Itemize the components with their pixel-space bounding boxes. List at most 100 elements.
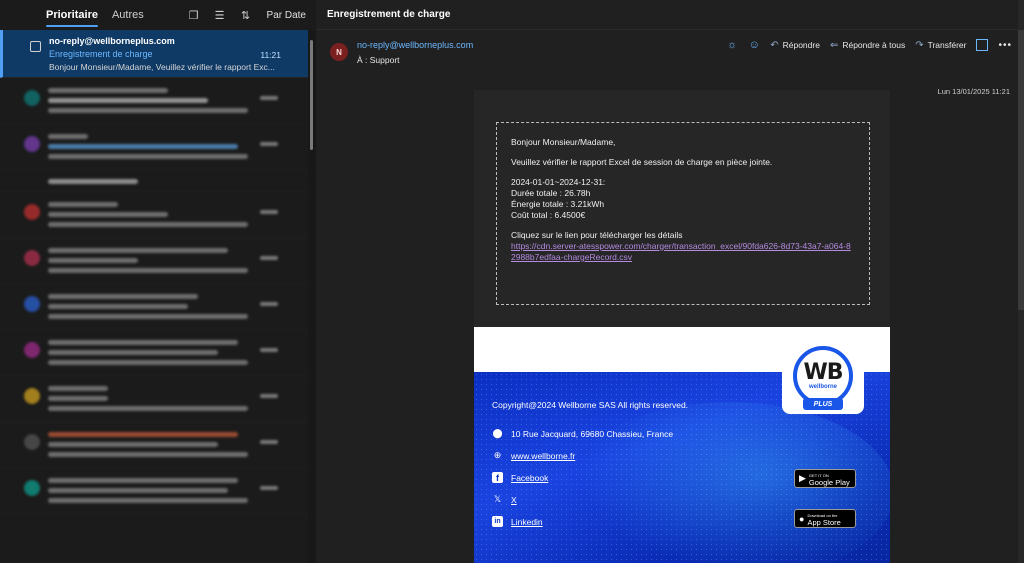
blurred-time bbox=[260, 302, 278, 306]
blurred-text bbox=[48, 360, 248, 365]
list-header: Prioritaire Autres ❐ ☰ ⇅ Par Date bbox=[0, 0, 316, 30]
brightness-icon[interactable]: ☼ bbox=[726, 39, 738, 51]
reading-scrollbar[interactable] bbox=[1018, 0, 1024, 563]
emoji-icon[interactable]: ☺ bbox=[748, 39, 760, 51]
x-row[interactable]: 𝕏 X bbox=[492, 494, 517, 505]
email-content-box: Bonjour Monsieur/Madame, Veuillez vérifi… bbox=[496, 122, 870, 305]
sort-icon[interactable]: ⇅ bbox=[239, 8, 253, 22]
blurred-text bbox=[48, 222, 248, 227]
globe-icon: ⊕ bbox=[493, 450, 502, 460]
blurred-text bbox=[48, 134, 88, 139]
list-item[interactable] bbox=[0, 330, 308, 376]
website-row[interactable]: ⊕ www.wellborne.fr bbox=[492, 450, 576, 461]
avatar bbox=[24, 90, 40, 106]
blurred-text bbox=[48, 108, 248, 113]
subject-bar: Enregistrement de charge bbox=[317, 0, 1024, 30]
list-item[interactable] bbox=[0, 468, 308, 514]
list-scrollbar[interactable] bbox=[308, 30, 316, 563]
recipient-line[interactable]: À : Support bbox=[357, 55, 400, 65]
grid-view-icon[interactable] bbox=[976, 39, 989, 51]
apple-icon: ● bbox=[799, 513, 805, 524]
app-store-label: App Store bbox=[807, 517, 841, 527]
google-play-icon: ▶ bbox=[799, 473, 806, 483]
blurred-text bbox=[48, 432, 238, 437]
reply-icon: ↶ bbox=[770, 39, 779, 51]
sender-address[interactable]: no-reply@wellborneplus.com bbox=[357, 40, 473, 50]
sender-avatar[interactable]: N bbox=[330, 43, 348, 61]
avatar bbox=[24, 296, 40, 312]
reply-all-label: Répondre à tous bbox=[842, 40, 906, 50]
mail-app: Prioritaire Autres ❐ ☰ ⇅ Par Date no-rep… bbox=[0, 0, 1024, 563]
avatar bbox=[24, 250, 40, 266]
forward-label: Transférer bbox=[927, 40, 967, 50]
list-scrollbar-thumb[interactable] bbox=[310, 40, 313, 150]
duration-text: Durée totale : 26.78h bbox=[511, 188, 591, 198]
blurred-time bbox=[260, 96, 278, 100]
greeting-text: Bonjour Monsieur/Madame, bbox=[511, 137, 616, 147]
list-item[interactable] bbox=[0, 284, 308, 330]
reply-all-button[interactable]: ⇐ Répondre à tous bbox=[830, 40, 905, 51]
facebook-link[interactable]: Facebook bbox=[511, 473, 548, 483]
blurred-time bbox=[260, 210, 278, 214]
blurred-time bbox=[260, 256, 278, 260]
linkedin-link[interactable]: Linkedin bbox=[511, 517, 543, 527]
google-play-badge[interactable]: ▶ GET IT ON Google Play bbox=[794, 469, 856, 488]
tab-prioritaire[interactable]: Prioritaire bbox=[46, 0, 98, 30]
copy-icon[interactable]: ❐ bbox=[187, 8, 201, 22]
period-text: 2024-01-01~2024-12-31: bbox=[511, 177, 606, 187]
app-store-badge[interactable]: ● Download on the App Store bbox=[794, 509, 856, 528]
reading-scrollbar-thumb[interactable] bbox=[1018, 30, 1024, 310]
list-item[interactable] bbox=[0, 78, 308, 124]
blurred-time bbox=[260, 348, 278, 352]
message-item-selected[interactable]: no-reply@wellborneplus.com Enregistremen… bbox=[0, 30, 308, 78]
message-list: no-reply@wellborneplus.com Enregistremen… bbox=[0, 30, 308, 563]
email-date: Lun 13/01/2025 11:21 bbox=[937, 87, 1010, 96]
forward-button[interactable]: ↷ Transférer bbox=[915, 40, 966, 51]
list-item[interactable] bbox=[0, 124, 308, 170]
blurred-text bbox=[48, 396, 108, 401]
more-options-icon[interactable]: ••• bbox=[998, 40, 1012, 51]
linkedin-row[interactable]: in Linkedin bbox=[492, 516, 543, 527]
blurred-text bbox=[48, 452, 248, 457]
facebook-icon: f bbox=[492, 472, 503, 483]
blurred-text bbox=[48, 268, 248, 273]
blurred-time bbox=[260, 394, 278, 398]
forward-icon: ↷ bbox=[915, 39, 924, 51]
blurred-text bbox=[48, 179, 138, 184]
list-item[interactable] bbox=[0, 422, 308, 468]
section-header bbox=[0, 170, 308, 192]
blurred-time bbox=[260, 142, 278, 146]
blurred-text bbox=[48, 442, 218, 447]
blurred-text bbox=[48, 144, 238, 149]
x-link[interactable]: X bbox=[511, 495, 517, 505]
list-item[interactable] bbox=[0, 376, 308, 422]
list-item[interactable] bbox=[0, 192, 308, 238]
address-text: 10 Rue Jacquard, 69680 Chassieu, France bbox=[511, 428, 674, 439]
tab-autres[interactable]: Autres bbox=[112, 0, 144, 30]
x-icon: 𝕏 bbox=[493, 494, 502, 504]
facebook-row[interactable]: f Facebook bbox=[492, 472, 548, 483]
blurred-text bbox=[48, 154, 248, 159]
download-link[interactable]: https://cdn.server-atesspower.com/charge… bbox=[511, 241, 855, 263]
avatar bbox=[24, 434, 40, 450]
blurred-text bbox=[48, 202, 118, 207]
website-link[interactable]: www.wellborne.fr bbox=[511, 451, 575, 461]
message-preview: Bonjour Monsieur/Madame, Veuillez vérifi… bbox=[49, 62, 275, 72]
blurred-text bbox=[48, 304, 188, 309]
logo-plus-tag: PLUS bbox=[803, 398, 843, 410]
message-checkbox[interactable] bbox=[30, 41, 41, 52]
list-item[interactable] bbox=[0, 238, 308, 284]
blurred-text bbox=[48, 488, 228, 493]
sort-by-date-label[interactable]: Par Date bbox=[267, 10, 306, 21]
avatar bbox=[24, 136, 40, 152]
blurred-time bbox=[260, 440, 278, 444]
reply-button[interactable]: ↶ Répondre bbox=[770, 40, 820, 51]
blurred-time bbox=[260, 486, 278, 490]
blurred-text bbox=[48, 386, 108, 391]
filter-icon[interactable]: ☰ bbox=[213, 8, 227, 22]
energy-text: Énergie totale : 3.21kWh bbox=[511, 199, 605, 209]
link-intro-text: Cliquez sur le lien pour télécharger les… bbox=[511, 230, 683, 240]
blurred-text bbox=[48, 406, 248, 411]
blurred-text bbox=[48, 294, 198, 299]
reply-all-icon: ⇐ bbox=[829, 39, 839, 51]
